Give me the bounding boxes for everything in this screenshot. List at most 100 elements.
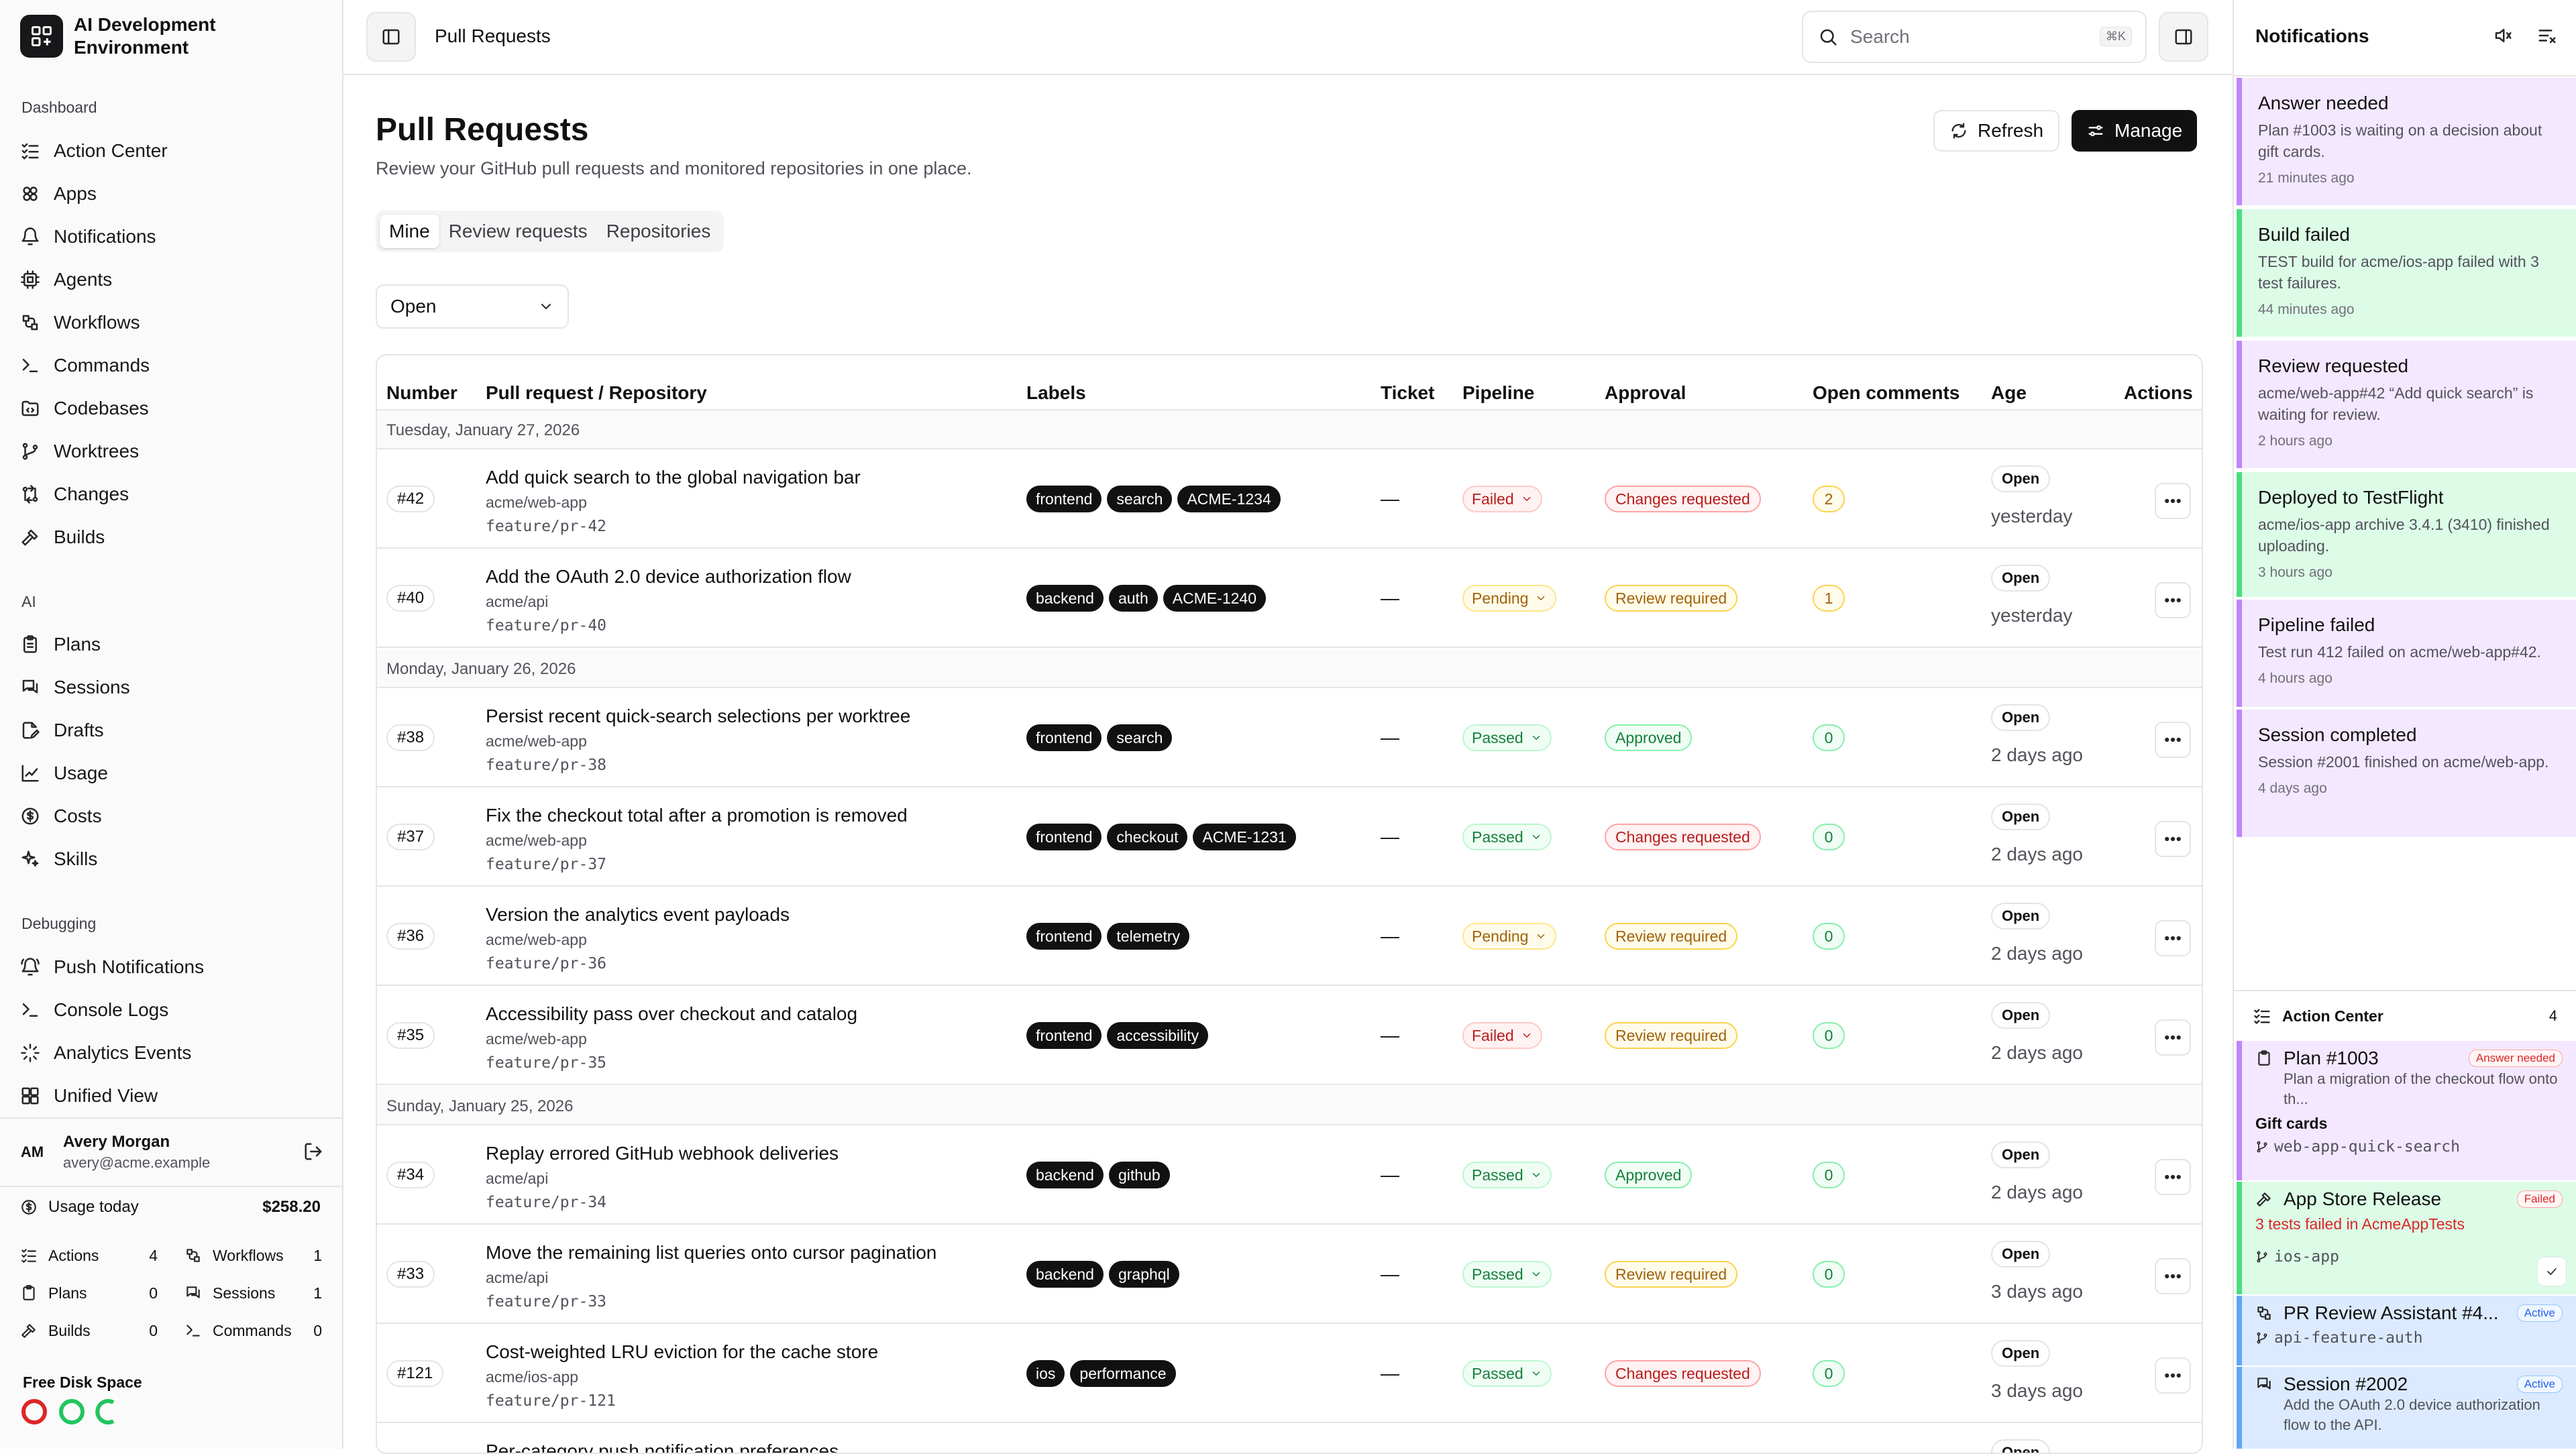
pr-title[interactable]: Per-category push notification preferenc…: [486, 1441, 839, 1453]
notification-card[interactable]: Session completed Session #2001 finished …: [2237, 710, 2576, 837]
column-header[interactable]: Open comments: [1813, 382, 1960, 404]
pipeline-status[interactable]: Failed: [1462, 1022, 1542, 1049]
sidebar-item-apps[interactable]: Apps: [20, 172, 329, 215]
pipeline-status[interactable]: Passed: [1462, 824, 1552, 850]
sidebar-item-plans[interactable]: Plans: [20, 623, 329, 666]
sidebar-item-usage[interactable]: Usage: [20, 752, 329, 795]
status-filter-select[interactable]: Open: [376, 284, 569, 329]
column-header[interactable]: Labels: [1026, 382, 1086, 404]
action-card-app-store-release[interactable]: App Store Release Failed 3 tests failed …: [2237, 1182, 2576, 1294]
refresh-button[interactable]: Refresh: [1933, 110, 2060, 152]
sidebar-item-costs[interactable]: Costs: [20, 795, 329, 838]
brand[interactable]: AI Development Environment: [20, 13, 248, 59]
tab-review-requests[interactable]: Review requests: [439, 215, 597, 248]
sidebar-item-commands[interactable]: Commands: [20, 344, 329, 387]
pipeline-status[interactable]: Pending: [1462, 585, 1557, 612]
toggle-notifications-panel-button[interactable]: [2159, 12, 2208, 62]
pipeline-status[interactable]: Failed: [1462, 486, 1542, 512]
table-row[interactable]: #36 Version the analytics event payloads a…: [377, 888, 2202, 986]
pr-title[interactable]: Persist recent quick-search selections p…: [486, 706, 910, 727]
table-row[interactable]: Per-category push notification preferenc…: [377, 1424, 2202, 1453]
sidebar-item-workflows[interactable]: Workflows: [20, 301, 329, 344]
sidebar-item-unified-view[interactable]: Unified View: [20, 1074, 329, 1117]
sidebar-item-codebases[interactable]: Codebases: [20, 387, 329, 430]
more-actions-button[interactable]: [2155, 483, 2191, 519]
action-card-pr-review[interactable]: PR Review Assistant #4... Active api-fea…: [2237, 1296, 2576, 1365]
action-center-header[interactable]: Action Center 4: [2234, 990, 2576, 1041]
clear-all-icon[interactable]: [2537, 25, 2557, 46]
pr-title[interactable]: Cost-weighted LRU eviction for the cache…: [486, 1341, 878, 1363]
notification-card[interactable]: Pipeline failed Test run 412 failed on ac…: [2237, 600, 2576, 707]
pr-title[interactable]: Replay errored GitHub webhook deliveries: [486, 1143, 839, 1164]
more-actions-button[interactable]: [2155, 1019, 2191, 1056]
pipeline-status[interactable]: Passed: [1462, 1162, 1552, 1188]
table-row[interactable]: #40 Add the OAuth 2.0 device authorizatio…: [377, 550, 2202, 648]
action-card-session[interactable]: Session #2002 Active Add the OAuth 2.0 d…: [2237, 1367, 2576, 1449]
sidebar-item-worktrees[interactable]: Worktrees: [20, 430, 329, 473]
more-actions-button[interactable]: [2155, 920, 2191, 956]
tab-repositories[interactable]: Repositories: [597, 215, 720, 248]
sidebar-item-analytics-events[interactable]: Analytics Events: [20, 1031, 329, 1074]
sidebar-item-sessions[interactable]: Sessions: [20, 666, 329, 709]
toggle-sidebar-button[interactable]: [366, 12, 416, 62]
open-comments-count: 0: [1813, 724, 1845, 751]
column-header[interactable]: Approval: [1605, 382, 1686, 404]
pr-title[interactable]: Move the remaining list queries onto cur…: [486, 1242, 936, 1264]
pipeline-status[interactable]: Pending: [1462, 923, 1557, 950]
more-actions-button[interactable]: [2155, 722, 2191, 758]
user-profile[interactable]: AM Avery Morgan avery@acme.example: [0, 1117, 342, 1187]
sidebar-item-changes[interactable]: Changes: [20, 473, 329, 516]
pr-title[interactable]: Version the analytics event payloads: [486, 904, 790, 926]
logout-icon[interactable]: [303, 1141, 323, 1162]
pipeline-status[interactable]: Passed: [1462, 1360, 1552, 1387]
pipeline-status[interactable]: Passed: [1462, 1261, 1552, 1288]
notification-card[interactable]: Deployed to TestFlight acme/ios-app archi…: [2237, 472, 2576, 597]
pr-title[interactable]: Fix the checkout total after a promotion…: [486, 805, 908, 826]
pr-title[interactable]: Add the OAuth 2.0 device authorization f…: [486, 566, 851, 588]
sidebar-item-notifications[interactable]: Notifications: [20, 215, 329, 258]
column-header[interactable]: Age: [1991, 382, 2027, 404]
pr-number: #38: [386, 724, 435, 751]
sidebar-item-push-notifications[interactable]: Push Notifications: [20, 946, 329, 989]
table-row[interactable]: #34 Replay errored GitHub webhook deliver…: [377, 1127, 2202, 1225]
search-input[interactable]: Search ⌘K: [1802, 11, 2147, 63]
table-row[interactable]: #33 Move the remaining list queries onto …: [377, 1226, 2202, 1324]
table-row[interactable]: #42 Add quick search to the global naviga…: [377, 451, 2202, 549]
table-row[interactable]: #38 Persist recent quick-search selection…: [377, 689, 2202, 787]
more-actions-button[interactable]: [2155, 1357, 2191, 1394]
pr-title[interactable]: Add quick search to the global navigatio…: [486, 467, 861, 488]
column-header[interactable]: Number: [386, 382, 458, 404]
action-card-plan[interactable]: Plan #1003 Answer needed Plan a migratio…: [2237, 1041, 2576, 1180]
more-actions-button[interactable]: [2155, 582, 2191, 618]
sidebar-item-agents[interactable]: Agents: [20, 258, 329, 301]
sidebar-item-builds[interactable]: Builds: [20, 516, 329, 559]
manage-button[interactable]: Manage: [2072, 110, 2198, 152]
sidebar-item-action-center[interactable]: Action Center: [20, 129, 329, 172]
column-header[interactable]: Pipeline: [1462, 382, 1534, 404]
tab-mine[interactable]: Mine: [380, 215, 439, 248]
notification-card[interactable]: Answer needed Plan #1003 is waiting on a …: [2237, 78, 2576, 205]
more-actions-button[interactable]: [2155, 1159, 2191, 1195]
more-actions-button[interactable]: [2155, 821, 2191, 857]
sidebar-item-console-logs[interactable]: Console Logs: [20, 989, 329, 1031]
column-header[interactable]: Ticket: [1381, 382, 1434, 404]
pipeline-label: Pending: [1472, 589, 1529, 607]
notification-body: Plan #1003 is waiting on a decision abou…: [2258, 121, 2542, 160]
sidebar-item-skills[interactable]: Skills: [20, 838, 329, 881]
disk-space-indicators: [20, 1398, 123, 1426]
column-header[interactable]: Pull request / Repository: [486, 382, 707, 404]
table-row[interactable]: #35 Accessibility pass over checkout and …: [377, 987, 2202, 1085]
table-row[interactable]: #37 Fix the checkout total after a promot…: [377, 789, 2202, 887]
more-actions-button[interactable]: [2155, 1258, 2191, 1294]
notification-card[interactable]: Build failed TEST build for acme/ios-app …: [2237, 209, 2576, 337]
sidebar-item-drafts[interactable]: Drafts: [20, 709, 329, 752]
pr-title[interactable]: Accessibility pass over checkout and cat…: [486, 1003, 857, 1025]
approve-button[interactable]: [2537, 1257, 2567, 1286]
table-row[interactable]: #121 Cost-weighted LRU eviction for the c…: [377, 1325, 2202, 1423]
open-comments-count: 0: [1813, 923, 1845, 950]
ticket-value: —: [1381, 1025, 1399, 1046]
pipeline-status[interactable]: Passed: [1462, 724, 1552, 751]
action-branch: ios-app: [2255, 1248, 2563, 1266]
notification-card[interactable]: Review requested acme/web-app#42 “Add qui…: [2237, 341, 2576, 468]
mute-icon[interactable]: [2493, 25, 2513, 46]
